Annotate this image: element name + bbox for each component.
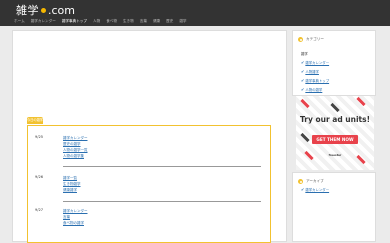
calendar-link[interactable]: 人物の雑学集 bbox=[63, 153, 88, 159]
calendar-tab: 今日の雑学 bbox=[27, 117, 43, 124]
nav-item[interactable]: 食べ物 bbox=[106, 19, 117, 24]
widget-link[interactable]: 人物の雑学 bbox=[305, 87, 322, 92]
calendar-divider bbox=[63, 166, 261, 167]
check-icon: ✔ bbox=[301, 68, 305, 74]
bullet-icon bbox=[298, 179, 303, 184]
widget-item[interactable]: ✔ 人物の雑学 bbox=[301, 87, 322, 92]
nav-item[interactable]: ホーム bbox=[14, 19, 25, 24]
nav-item[interactable]: 雑学 bbox=[179, 19, 186, 24]
archive-widget: アーカイブ ✔ 雑学カレンダー bbox=[292, 172, 376, 242]
calendar-link[interactable]: 健康雑学 bbox=[63, 187, 81, 193]
calendar-link[interactable]: 食べ物の雑学 bbox=[63, 220, 88, 226]
widget-link[interactable]: 人物雑学 bbox=[305, 69, 319, 74]
widget-link[interactable]: 雑学カレンダー bbox=[305, 187, 329, 192]
widget-title-text: カテゴリー bbox=[306, 37, 324, 41]
widget-link[interactable]: 雑学カレンダー bbox=[305, 60, 329, 65]
check-icon: ✔ bbox=[301, 186, 305, 192]
ad-brand-logo: freestar bbox=[328, 152, 342, 158]
calendar-divider bbox=[63, 201, 261, 202]
site-logo[interactable]: 雑学 .com bbox=[16, 3, 75, 18]
widget-item[interactable]: ✔ 雑学事典トップ bbox=[301, 78, 329, 83]
calendar-tab-label: 今日の雑学 bbox=[27, 118, 43, 122]
widget-title-text: アーカイブ bbox=[306, 179, 324, 183]
widget-item[interactable]: ✔ 雑学カレンダー bbox=[301, 60, 329, 65]
nav-item[interactable]: 生き物 bbox=[123, 19, 134, 24]
widget-item[interactable]: ✔ 雑学カレンダー bbox=[301, 187, 329, 192]
nav-item[interactable]: 歴史 bbox=[166, 19, 173, 24]
ad-banner[interactable]: Try our ad units! GET THEM NOW freestar bbox=[296, 96, 374, 170]
widget-item[interactable]: ✔ 人物雑学 bbox=[301, 69, 319, 74]
category-widget: カテゴリー 雑学 ✔ 雑学カレンダー ✔ 人物雑学 ✔ 雑学事典トップ ✔ 人物… bbox=[292, 30, 376, 96]
calendar-date: 9/27 bbox=[35, 208, 44, 212]
widget-link[interactable]: 雑学事典トップ bbox=[305, 78, 329, 83]
logo-domain: .com bbox=[48, 3, 75, 17]
ad-cta-button[interactable]: GET THEM NOW bbox=[312, 135, 358, 144]
ad-brand: freestar bbox=[328, 153, 342, 157]
check-icon: ✔ bbox=[301, 86, 305, 92]
widget-subtitle: 雑学 bbox=[301, 52, 308, 56]
logo-text: 雑学 bbox=[16, 4, 39, 17]
nav-item-active[interactable]: 雑学事典トップ bbox=[62, 19, 87, 24]
main-nav: ホーム 雑学カレンダー 雑学事典トップ 人物 食べ物 生き物 言葉 健康 歴史 … bbox=[0, 17, 390, 26]
ad-placeholder bbox=[13, 31, 286, 119]
bullet-icon bbox=[298, 37, 303, 42]
site-header: 雑学 .com ホーム 雑学カレンダー 雑学事典トップ 人物 食べ物 生き物 言… bbox=[0, 0, 390, 26]
ad-headline: Try our ad units! bbox=[299, 115, 371, 124]
nav-item[interactable]: 健康 bbox=[153, 19, 160, 24]
calendar-date: 9/25 bbox=[35, 135, 44, 139]
nav-item[interactable]: 雑学カレンダー bbox=[31, 19, 56, 24]
calendar-date: 9/26 bbox=[35, 175, 44, 179]
nav-item[interactable]: 言葉 bbox=[140, 19, 147, 24]
calendar-links: 雑学カレンダー 歴史の雑学 人物の雑学一覧 人物の雑学集 bbox=[63, 135, 88, 159]
nav-item[interactable]: 人物 bbox=[93, 19, 100, 24]
calendar-links: 雑学カレンダー 言葉 食べ物の雑学 bbox=[63, 208, 88, 226]
widget-title: アーカイブ bbox=[298, 179, 324, 184]
check-icon: ✔ bbox=[301, 59, 305, 65]
check-icon: ✔ bbox=[301, 77, 305, 83]
calendar-links: 雑学一覧 生き物雑学 健康雑学 bbox=[63, 175, 81, 193]
calendar-box: 9/25 雑学カレンダー 歴史の雑学 人物の雑学一覧 人物の雑学集 9/26 雑… bbox=[27, 125, 271, 243]
logo-dot-icon bbox=[41, 7, 46, 13]
widget-title: カテゴリー bbox=[298, 37, 324, 42]
